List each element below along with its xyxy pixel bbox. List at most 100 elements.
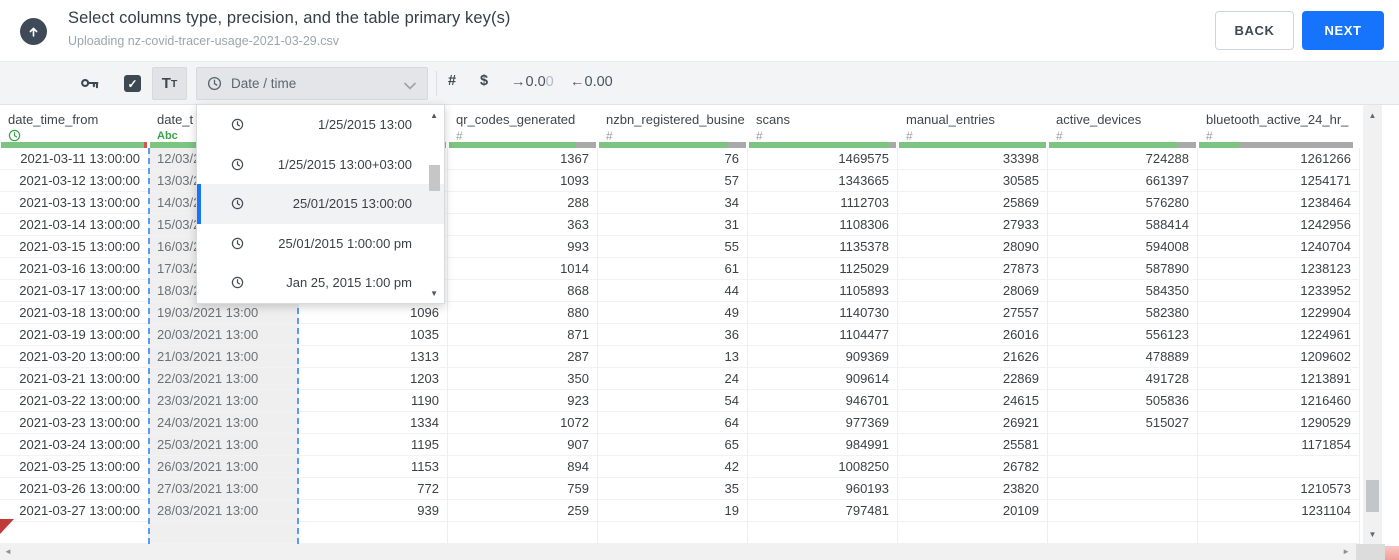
table-cell: 993 xyxy=(448,236,598,257)
vertical-scrollbar-thumb[interactable] xyxy=(1366,480,1379,512)
table-cell: 2021-03-26 13:00:00 xyxy=(0,478,149,499)
column-header-scans[interactable]: scans # xyxy=(748,105,898,148)
row-error-marker xyxy=(0,519,14,534)
validity-segment-red xyxy=(144,142,147,148)
table-cell xyxy=(1198,456,1360,477)
column-header-active_devices[interactable]: active_devices # xyxy=(1048,105,1198,148)
table-cell: 55 xyxy=(598,236,748,257)
next-button[interactable]: NEXT xyxy=(1302,11,1384,50)
table-cell xyxy=(1048,478,1198,499)
decimal-decrease-button[interactable]: ←0.00 xyxy=(570,74,613,90)
panel-scroll-down-arrow[interactable]: ▼ xyxy=(430,289,438,298)
scroll-right-arrow[interactable]: ► xyxy=(1342,547,1350,556)
table-cell: 1224961 xyxy=(1198,324,1360,345)
clock-icon xyxy=(231,158,244,171)
table-cell: 25/03/2021 13:00 xyxy=(149,434,299,455)
table-cell: 2021-03-22 13:00:00 xyxy=(0,390,149,411)
table-cell: 556123 xyxy=(1048,324,1198,345)
column-validity-bar xyxy=(449,142,596,148)
table-cell: 1231104 xyxy=(1198,500,1360,521)
table-cell: 1210573 xyxy=(1198,478,1360,499)
table-row: 2021-03-18 13:00:00 19/03/2021 13:00 1096 8… xyxy=(0,302,1360,324)
text-type-button[interactable]: TT xyxy=(152,67,187,100)
validity-segment-green xyxy=(749,142,889,148)
validity-segment-gray xyxy=(888,142,896,148)
table-cell xyxy=(448,522,598,543)
table-cell: 1096 xyxy=(299,302,448,323)
column-label: date_time_from xyxy=(8,112,99,127)
datetime-format-option-selected[interactable]: 25/01/2015 13:00:00 xyxy=(197,184,444,224)
selected-column-left-border xyxy=(148,148,150,544)
column-validity-bar xyxy=(1199,142,1358,148)
table-cell: 287 xyxy=(448,346,598,367)
column-header-qr_codes_generated[interactable]: qr_codes_generated # xyxy=(448,105,598,148)
column-label: bluetooth_active_24_hr_ xyxy=(1206,112,1349,127)
column-header-date_time_from[interactable]: date_time_from xyxy=(0,105,149,148)
table-cell: 26782 xyxy=(898,456,1048,477)
column-header-manual_entries[interactable]: manual_entries # xyxy=(898,105,1048,148)
scroll-down-arrow[interactable]: ▼ xyxy=(1363,530,1382,539)
table-cell: 54 xyxy=(598,390,748,411)
table-cell: 28069 xyxy=(898,280,1048,301)
horizontal-scrollbar[interactable]: ◄ ► xyxy=(0,544,1356,560)
table-cell: 1261266 xyxy=(1198,148,1360,169)
currency-type-icon[interactable]: $ xyxy=(480,73,488,89)
scroll-up-arrow[interactable]: ▲ xyxy=(1363,111,1382,120)
table-cell: 13 xyxy=(598,346,748,367)
datetime-format-dropdown-panel: 1/25/2015 13:00 1/25/2015 13:00+03:00 25/0… xyxy=(196,104,445,304)
table-cell: 984991 xyxy=(748,434,898,455)
format-option-label: 25/01/2015 1:00:00 pm xyxy=(278,235,412,251)
table-cell: 1209602 xyxy=(1198,346,1360,367)
boolean-type-checkbox[interactable]: ✓ xyxy=(124,75,141,92)
table-cell: 491728 xyxy=(1048,368,1198,389)
validity-segment-gray xyxy=(728,142,746,148)
table-cell: 30585 xyxy=(898,170,1048,191)
back-button[interactable]: BACK xyxy=(1215,11,1294,50)
panel-scrollbar-thumb[interactable] xyxy=(429,165,440,191)
table-cell: 2021-03-21 13:00:00 xyxy=(0,368,149,389)
primary-key-icon[interactable] xyxy=(79,74,100,97)
table-cell: 977369 xyxy=(748,412,898,433)
table-cell: 363 xyxy=(448,214,598,235)
datetime-format-option-list: 1/25/2015 13:00 1/25/2015 13:00+03:00 25/0… xyxy=(197,105,444,303)
scrollbar-corner xyxy=(1356,544,1385,560)
decimal-increase-button[interactable]: →0.00 xyxy=(511,74,554,90)
table-cell: 587890 xyxy=(1048,258,1198,279)
table-cell: 1014 xyxy=(448,258,598,279)
scroll-left-arrow[interactable]: ◄ xyxy=(4,547,12,556)
table-cell: 350 xyxy=(448,368,598,389)
table-cell: 27557 xyxy=(898,302,1048,323)
table-cell: 1313 xyxy=(299,346,448,367)
table-cell: 64 xyxy=(598,412,748,433)
datetime-format-option[interactable]: 1/25/2015 13:00+03:00 xyxy=(197,145,444,185)
datetime-format-dropdown[interactable]: Date / time xyxy=(196,67,428,100)
datetime-format-option[interactable]: 25/01/2015 1:00:00 pm xyxy=(197,224,444,264)
table-cell: 1105893 xyxy=(748,280,898,301)
datetime-format-option[interactable]: Jan 25, 2015 1:00 pm xyxy=(197,263,444,303)
table-cell: 894 xyxy=(448,456,598,477)
table-cell: 21626 xyxy=(898,346,1048,367)
vertical-scrollbar[interactable]: ▲ ▼ xyxy=(1363,105,1382,544)
table-row: 2021-03-21 13:00:00 22/03/2021 13:00 1203 3… xyxy=(0,368,1360,390)
table-cell: 2021-03-12 13:00:00 xyxy=(0,170,149,191)
table-cell: 24/03/2021 13:00 xyxy=(149,412,299,433)
table-cell: 759 xyxy=(448,478,598,499)
table-row xyxy=(0,522,1360,544)
table-cell: 35 xyxy=(598,478,748,499)
table-cell: 1238464 xyxy=(1198,192,1360,213)
format-option-label: Jan 25, 2015 1:00 pm xyxy=(286,275,412,291)
table-cell: 44 xyxy=(598,280,748,301)
datetime-format-option[interactable]: 1/25/2015 13:00 xyxy=(197,105,444,145)
clock-icon xyxy=(231,276,244,289)
table-cell: 22/03/2021 13:00 xyxy=(149,368,299,389)
column-header-bluetooth_active_24_hr_[interactable]: bluetooth_active_24_hr_ # xyxy=(1198,105,1360,148)
table-cell: 1469575 xyxy=(748,148,898,169)
table-cell: 28/03/2021 13:00 xyxy=(149,500,299,521)
column-header-nzbn_registered_busine[interactable]: nzbn_registered_busine # xyxy=(598,105,748,148)
table-cell: 259 xyxy=(448,500,598,521)
number-type-icon[interactable]: # xyxy=(448,73,456,89)
panel-scroll-up-arrow[interactable]: ▲ xyxy=(430,111,438,120)
table-cell xyxy=(1198,522,1360,543)
table-cell: 661397 xyxy=(1048,170,1198,191)
table-cell: 797481 xyxy=(748,500,898,521)
